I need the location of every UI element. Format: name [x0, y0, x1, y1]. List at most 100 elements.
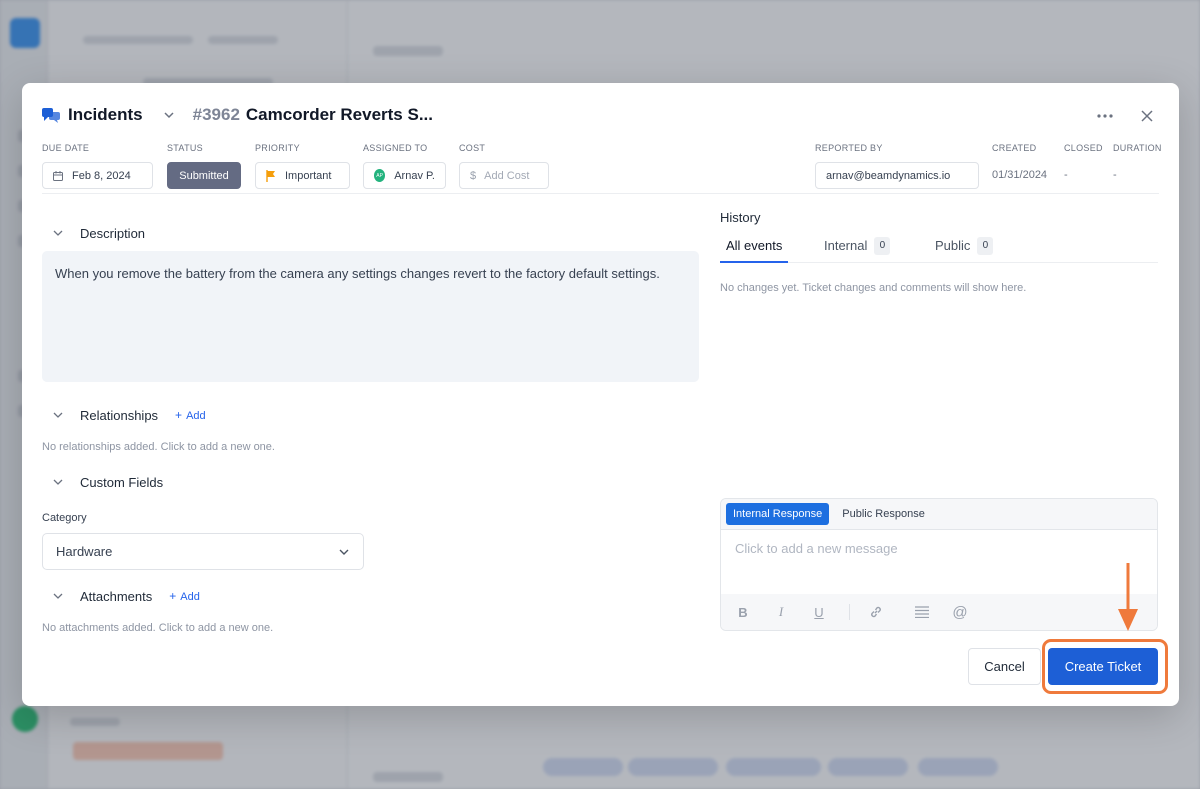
closed-field: CLOSED -: [1064, 142, 1104, 189]
field-label: PRIORITY: [255, 143, 300, 153]
reported-by-input[interactable]: arnav@beamdynamics.io: [815, 162, 979, 189]
bold-icon[interactable]: B: [735, 604, 751, 620]
closed-value: -: [1064, 169, 1068, 181]
response-composer: Internal Response Public Response Click …: [720, 498, 1158, 631]
created-value: 01/31/2024: [992, 169, 1048, 181]
description-section-header[interactable]: Description: [42, 224, 145, 242]
toolbar-divider: [849, 604, 850, 620]
chevron-down-icon[interactable]: [53, 410, 63, 420]
field-label: REPORTED BY: [815, 143, 883, 153]
add-relationship-label: Add: [186, 410, 206, 422]
custom-fields-title: Custom Fields: [80, 474, 164, 490]
align-icon[interactable]: [914, 604, 930, 620]
assignee-dropdown[interactable]: AP Arnav P.: [363, 162, 446, 189]
highlight-outline: [1042, 639, 1168, 694]
history-title: History: [720, 210, 761, 225]
relationships-title: Relationships: [80, 407, 159, 423]
link-glyph: [871, 606, 881, 618]
ticket-number: #3962: [192, 105, 240, 124]
field-label: COST: [459, 143, 486, 153]
public-count-badge: 0: [977, 237, 994, 255]
module-name[interactable]: Incidents: [68, 105, 143, 125]
field-label: ASSIGNED TO: [363, 143, 428, 153]
cancel-button[interactable]: Cancel: [968, 648, 1041, 685]
message-input[interactable]: Click to add a new message: [721, 530, 1157, 594]
reported-by-field: REPORTED BY arnav@beamdynamics.io: [815, 142, 979, 189]
duration-value: -: [1113, 169, 1117, 181]
priority-field: PRIORITY Important: [255, 142, 350, 189]
modal-header-actions: [1093, 105, 1159, 127]
custom-fields-section-header[interactable]: Custom Fields: [42, 473, 163, 491]
assignee-value: Arnav P.: [394, 169, 435, 182]
created-field: CREATED 01/31/2024: [992, 142, 1054, 189]
status-badge[interactable]: Submitted: [167, 162, 241, 189]
link-icon[interactable]: [868, 604, 884, 620]
category-value: Hardware: [56, 544, 113, 559]
due-date-field: DUE DATE Feb 8, 2024: [42, 142, 153, 189]
history-empty-note: No changes yet. Ticket changes and comme…: [720, 282, 1027, 294]
field-label: CREATED: [992, 143, 1037, 153]
priority-value: Important: [285, 169, 332, 182]
tab-label: All events: [726, 238, 783, 253]
due-date-value: Feb 8, 2024: [72, 169, 131, 182]
chevron-down-icon[interactable]: [53, 591, 63, 601]
tab-internal[interactable]: Internal 0: [824, 235, 891, 263]
dollar-icon: $: [470, 169, 477, 182]
chevron-down-icon[interactable]: [163, 109, 175, 121]
field-label: DURATION: [1113, 143, 1162, 153]
assignee-avatar: AP: [374, 169, 386, 182]
plus-icon: +: [175, 408, 183, 422]
cost-placeholder: Add Cost: [484, 169, 530, 182]
tab-public[interactable]: Public 0: [935, 235, 994, 263]
attachments-empty-note[interactable]: No attachments added. Click to add a new…: [42, 622, 273, 634]
more-options-button[interactable]: [1093, 105, 1117, 127]
chevron-down-icon: [339, 549, 349, 555]
tab-public-response[interactable]: Public Response: [835, 503, 932, 525]
field-label: DUE DATE: [42, 143, 90, 153]
field-label: CLOSED: [1064, 143, 1103, 153]
chevron-down-icon[interactable]: [53, 477, 63, 487]
close-icon: [1141, 110, 1153, 122]
cost-field: COST $ Add Cost: [459, 142, 549, 189]
reported-by-value: arnav@beamdynamics.io: [826, 169, 951, 182]
chat-bubbles-icon: [42, 108, 60, 123]
description-editor[interactable]: When you remove the battery from the cam…: [42, 251, 699, 382]
flag-icon: [266, 169, 275, 182]
internal-count-badge: 0: [874, 237, 891, 255]
relationships-section-header[interactable]: Relationships + Add: [42, 406, 206, 424]
tab-all-events[interactable]: All events: [720, 235, 789, 263]
field-label: STATUS: [167, 143, 203, 153]
priority-dropdown[interactable]: Important: [255, 162, 350, 189]
create-ticket-modal: Incidents #3962 Camcorder Reverts S... D…: [22, 83, 1179, 706]
add-attachment-button[interactable]: + Add: [169, 589, 200, 603]
cost-input[interactable]: $ Add Cost: [459, 162, 549, 189]
response-tabs: Internal Response Public Response: [721, 499, 1157, 530]
ticket-title[interactable]: Camcorder Reverts S...: [246, 105, 433, 125]
tab-internal-response[interactable]: Internal Response: [726, 503, 830, 525]
calendar-icon: [53, 170, 63, 181]
modal-header: Incidents #3962 Camcorder Reverts S...: [42, 103, 433, 127]
attachments-section-header[interactable]: Attachments + Add: [42, 587, 200, 605]
arrow-down-icon: [1118, 563, 1138, 631]
status-field: STATUS Submitted: [167, 142, 241, 189]
align-glyph: [915, 606, 929, 618]
attachments-title: Attachments: [80, 588, 153, 604]
duration-field: DURATION -: [1113, 142, 1163, 189]
tab-label: Public: [935, 238, 971, 253]
close-button[interactable]: [1135, 105, 1159, 127]
mention-icon[interactable]: @: [952, 604, 968, 621]
more-horizontal-icon: [1097, 114, 1113, 118]
tab-label: Internal: [824, 238, 868, 253]
category-select[interactable]: Hardware: [42, 533, 364, 570]
add-attachment-label: Add: [180, 591, 200, 603]
add-relationship-button[interactable]: + Add: [175, 408, 206, 422]
underline-icon[interactable]: U: [811, 604, 827, 620]
description-title: Description: [80, 225, 146, 241]
italic-icon[interactable]: I: [773, 604, 789, 620]
relationships-empty-note[interactable]: No relationships added. Click to add a n…: [42, 441, 275, 453]
plus-icon: +: [169, 589, 177, 603]
history-tabs: All events Internal 0 Public 0: [720, 235, 1158, 263]
chevron-down-icon[interactable]: [53, 228, 63, 238]
assigned-to-field: ASSIGNED TO AP Arnav P.: [363, 142, 446, 189]
due-date-picker[interactable]: Feb 8, 2024: [42, 162, 153, 189]
